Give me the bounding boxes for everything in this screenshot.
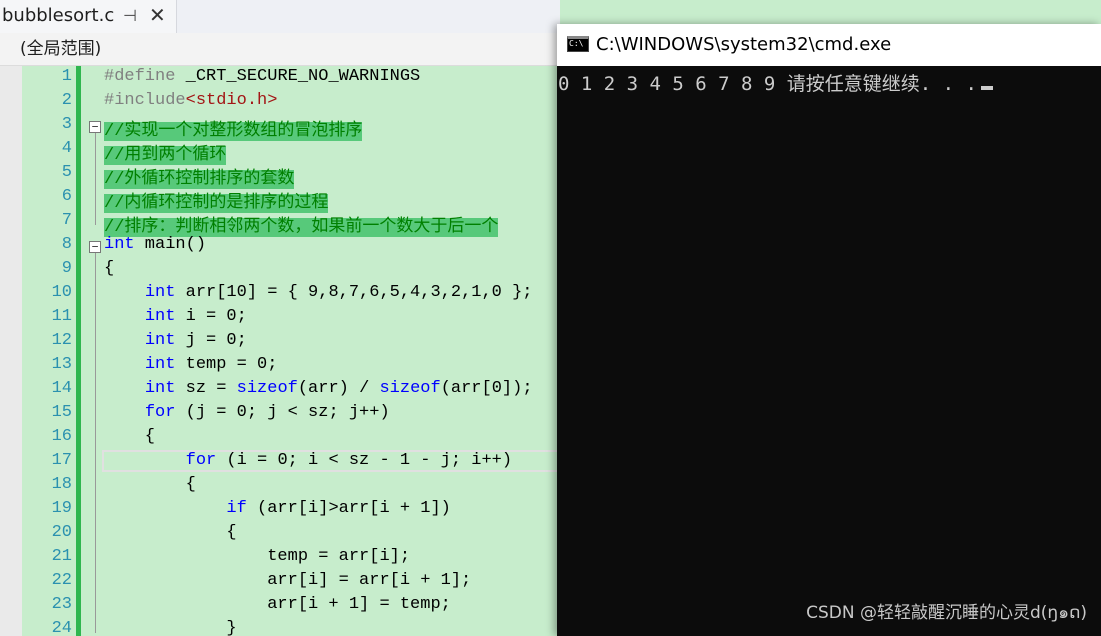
- code-line: {: [104, 427, 156, 446]
- code-line: {: [104, 475, 196, 494]
- code-line: for (j = 0; j < sz; j++): [144, 403, 390, 422]
- code-line: int i = 0;: [144, 307, 247, 326]
- fold-guide-line: [95, 253, 96, 633]
- scope-bar: (全局范围): [0, 33, 560, 66]
- code-line: int j = 0;: [144, 331, 247, 350]
- line-number: 18: [51, 475, 72, 494]
- fold-toggle-icon[interactable]: −: [89, 241, 101, 253]
- line-number: 10: [51, 283, 72, 302]
- cmd-title: C:\WINDOWS\system32\cmd.exe: [596, 34, 892, 55]
- line-number: 21: [51, 547, 72, 566]
- scope-dropdown[interactable]: (全局范围): [20, 36, 340, 62]
- code-line: if (arr[i]>arr[i + 1]): [226, 499, 451, 518]
- code-line: int sz = sizeof(arr) / sizeof(arr[0]);: [144, 379, 533, 398]
- tab-title: bubblesort.c: [2, 5, 115, 26]
- cmd-output-text: 0 1 2 3 4 5 6 7 8 9 请按任意键继续. . .: [558, 73, 977, 95]
- fold-toggle-icon[interactable]: −: [89, 121, 101, 133]
- code-line: {: [104, 259, 115, 278]
- code-line: int arr[10] = { 9,8,7,6,5,4,3,2,1,0 };: [144, 283, 533, 302]
- code-line: //用到两个循环: [104, 146, 227, 165]
- tab-bubblesort[interactable]: bubblesort.c ⊣ ✕: [0, 0, 177, 33]
- editor-tab-bar: bubblesort.c ⊣ ✕: [0, 0, 560, 33]
- code-line: for (i = 0; i < sz - 1 - j; i++): [185, 451, 513, 470]
- line-number: 16: [51, 427, 72, 446]
- line-number: 1: [61, 67, 72, 86]
- code-editor[interactable]: 1 #define _CRT_SECURE_NO_WARNINGS 2 #includ…: [22, 66, 560, 636]
- line-number: 11: [51, 307, 72, 326]
- line-number: 3: [61, 115, 72, 134]
- watermark: CSDN @轻轻敲醒沉睡的心灵d(ŋ๑ດ): [806, 603, 1087, 623]
- code-line: arr[i + 1] = temp;: [104, 595, 451, 614]
- line-number: 4: [61, 139, 72, 158]
- line-number: 2: [61, 91, 72, 110]
- line-number: 8: [61, 235, 72, 254]
- line-number: 19: [51, 499, 72, 518]
- code-line: #define _CRT_SECURE_NO_WARNINGS: [104, 67, 421, 86]
- line-number: 24: [51, 619, 72, 636]
- code-line: arr[i] = arr[i + 1];: [104, 571, 472, 590]
- line-number: 17: [51, 451, 72, 470]
- line-number: 5: [61, 163, 72, 182]
- code-line: #include<stdio.h>: [104, 91, 278, 110]
- line-number: 9: [61, 259, 72, 278]
- code-line: //排序：判断相邻两个数，如果前一个数大于后一个: [104, 218, 499, 237]
- code-line: temp = arr[i];: [104, 547, 411, 566]
- fold-guide-line: [95, 133, 96, 225]
- line-number: 12: [51, 331, 72, 350]
- change-tracking-bar: [76, 66, 81, 636]
- line-number: 7: [61, 211, 72, 230]
- code-line: //外循环控制排序的套数: [104, 170, 295, 189]
- code-line: int main(): [104, 235, 207, 254]
- editor-margin: [0, 66, 22, 636]
- code-line: //内循环控制的是排序的过程: [104, 194, 329, 213]
- cmd-title-bar[interactable]: C:\ C:\WINDOWS\system32\cmd.exe: [557, 24, 1101, 66]
- line-number: 23: [51, 595, 72, 614]
- cmd-app-icon: C:\: [567, 36, 589, 52]
- close-icon[interactable]: ✕: [149, 3, 166, 28]
- line-number: 14: [51, 379, 72, 398]
- cmd-window[interactable]: C:\ C:\WINDOWS\system32\cmd.exe 0 1 2 3 …: [557, 24, 1101, 636]
- line-number: 6: [61, 187, 72, 206]
- line-number: 22: [51, 571, 72, 590]
- line-number: 20: [51, 523, 72, 542]
- code-line: int temp = 0;: [144, 355, 278, 374]
- line-number: 13: [51, 355, 72, 374]
- cmd-cursor: [980, 86, 993, 90]
- pin-icon[interactable]: ⊣: [123, 6, 137, 26]
- code-line: }: [104, 619, 237, 636]
- code-line: //实现一个对整形数组的冒泡排序: [104, 122, 363, 141]
- line-number: 15: [51, 403, 72, 422]
- cmd-output: 0 1 2 3 4 5 6 7 8 9 请按任意键继续. . .: [558, 69, 993, 96]
- code-line: {: [104, 523, 237, 542]
